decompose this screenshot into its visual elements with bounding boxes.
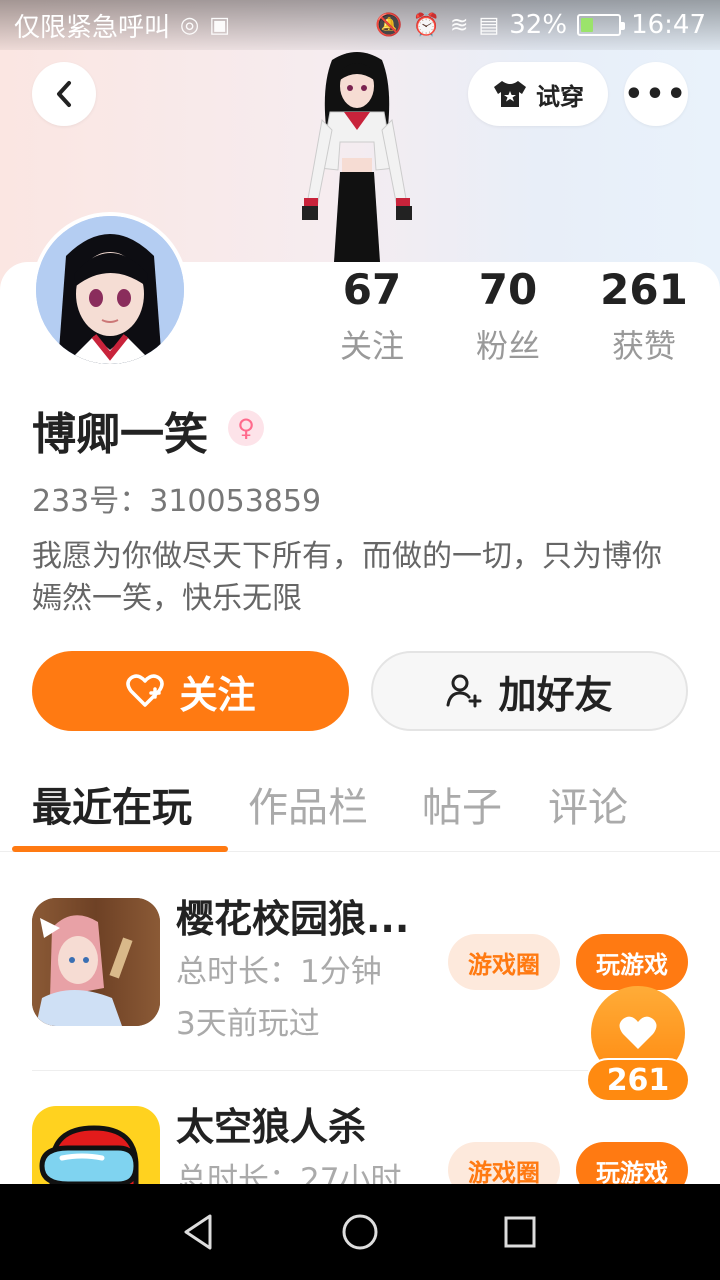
add-friend-label: 加好友 bbox=[498, 672, 613, 717]
stat-label: 粉丝 bbox=[475, 327, 540, 365]
tab-bar: 最近在玩 作品栏 帖子 评论 bbox=[0, 776, 720, 852]
heart-icon bbox=[619, 1016, 657, 1049]
heart-plus-icon bbox=[126, 674, 165, 707]
hotspot-icon: ◎ bbox=[180, 12, 200, 38]
bio: 我愿为你做尽天下所有，而做的一切，只为博你嫣然一笑，快乐无限 bbox=[32, 539, 662, 616]
game-circle-button[interactable]: 游戏圈 bbox=[448, 934, 560, 990]
stat-value: 67 bbox=[342, 265, 402, 314]
play-game-button[interactable]: 玩游戏 bbox=[576, 1142, 688, 1184]
user-id: 233号：310053859 bbox=[32, 484, 322, 519]
tab-underline bbox=[12, 846, 228, 852]
home-circle-icon[interactable] bbox=[340, 1212, 380, 1252]
follow-button[interactable]: 关注 bbox=[32, 651, 349, 731]
stat-value: 261 bbox=[600, 265, 688, 314]
character-figure[interactable] bbox=[282, 50, 432, 262]
image-icon: ▣ bbox=[209, 12, 231, 38]
avatar-image bbox=[36, 216, 184, 364]
battery-icon bbox=[577, 14, 626, 36]
stat-label: 关注 bbox=[339, 327, 404, 365]
like-count: 261 bbox=[586, 1058, 690, 1102]
stat-label: 获赞 bbox=[611, 327, 676, 365]
recents-square-icon[interactable] bbox=[500, 1212, 540, 1252]
stat-fans[interactable]: 70 粉丝 bbox=[448, 264, 568, 372]
stat-following[interactable]: 67 关注 bbox=[312, 264, 432, 372]
more-button[interactable]: ••• bbox=[624, 62, 688, 126]
battery-fill bbox=[581, 18, 593, 32]
status-left: 仅限紧急呼叫 ◎ ▣ bbox=[14, 7, 230, 44]
floating-like-button[interactable]: 261 bbox=[586, 986, 690, 1106]
game-circle-button[interactable]: 游戏圈 bbox=[448, 1142, 560, 1184]
chevron-left-icon bbox=[57, 81, 71, 107]
back-button[interactable] bbox=[32, 62, 96, 126]
tab-recent[interactable]: 最近在玩 bbox=[32, 776, 192, 840]
alarm-icon: ⏰ bbox=[412, 12, 441, 38]
status-right: 🔕 ⏰ ≋ ▤ 32% 16:47 bbox=[375, 10, 706, 40]
more-icon: ••• bbox=[624, 76, 688, 112]
game-title: 太空狼人杀 bbox=[176, 1105, 367, 1149]
add-user-icon bbox=[446, 674, 482, 708]
avatar[interactable] bbox=[32, 212, 188, 368]
female-icon: ♀ bbox=[228, 410, 264, 446]
mute-icon: 🔕 bbox=[375, 12, 403, 38]
carrier-text: 仅限紧急呼叫 bbox=[14, 12, 171, 43]
game-icon-sakura bbox=[32, 898, 160, 1026]
game-last-played: 3天前玩过 bbox=[176, 1006, 320, 1042]
tab-works[interactable]: 作品栏 bbox=[248, 776, 368, 840]
tab-posts[interactable]: 帖子 bbox=[422, 776, 502, 840]
follow-label: 关注 bbox=[179, 672, 256, 717]
tab-comments[interactable]: 评论 bbox=[548, 776, 628, 840]
system-nav-bar bbox=[0, 1184, 720, 1280]
stat-value: 70 bbox=[478, 265, 538, 314]
game-duration: 总时长：27小时 bbox=[176, 1162, 402, 1184]
nickname: 博卿一笑 bbox=[32, 409, 208, 460]
sim-icon: ▤ bbox=[478, 12, 500, 38]
game-icon-art bbox=[32, 1106, 160, 1184]
game-title: 樱花校园狼... bbox=[176, 897, 410, 941]
try-on-label: 试穿 bbox=[536, 82, 584, 111]
battery-percent: 32% bbox=[509, 10, 568, 40]
back-triangle-icon[interactable] bbox=[180, 1212, 220, 1252]
stat-likes[interactable]: 261 获赞 bbox=[584, 264, 704, 372]
game-icon-art bbox=[32, 898, 160, 1026]
shirt-icon bbox=[494, 81, 526, 107]
wifi-icon: ≋ bbox=[450, 12, 469, 38]
game-duration: 总时长：1分钟 bbox=[176, 954, 382, 990]
add-friend-button[interactable]: 加好友 bbox=[371, 651, 688, 731]
clock: 16:47 bbox=[631, 10, 706, 40]
play-game-button[interactable]: 玩游戏 bbox=[576, 934, 688, 990]
game-icon-among-us bbox=[32, 1106, 160, 1184]
try-on-button[interactable]: 试穿 bbox=[468, 62, 608, 126]
status-bar: 仅限紧急呼叫 ◎ ▣ 🔕 ⏰ ≋ ▤ 32% 16:47 bbox=[0, 0, 720, 50]
